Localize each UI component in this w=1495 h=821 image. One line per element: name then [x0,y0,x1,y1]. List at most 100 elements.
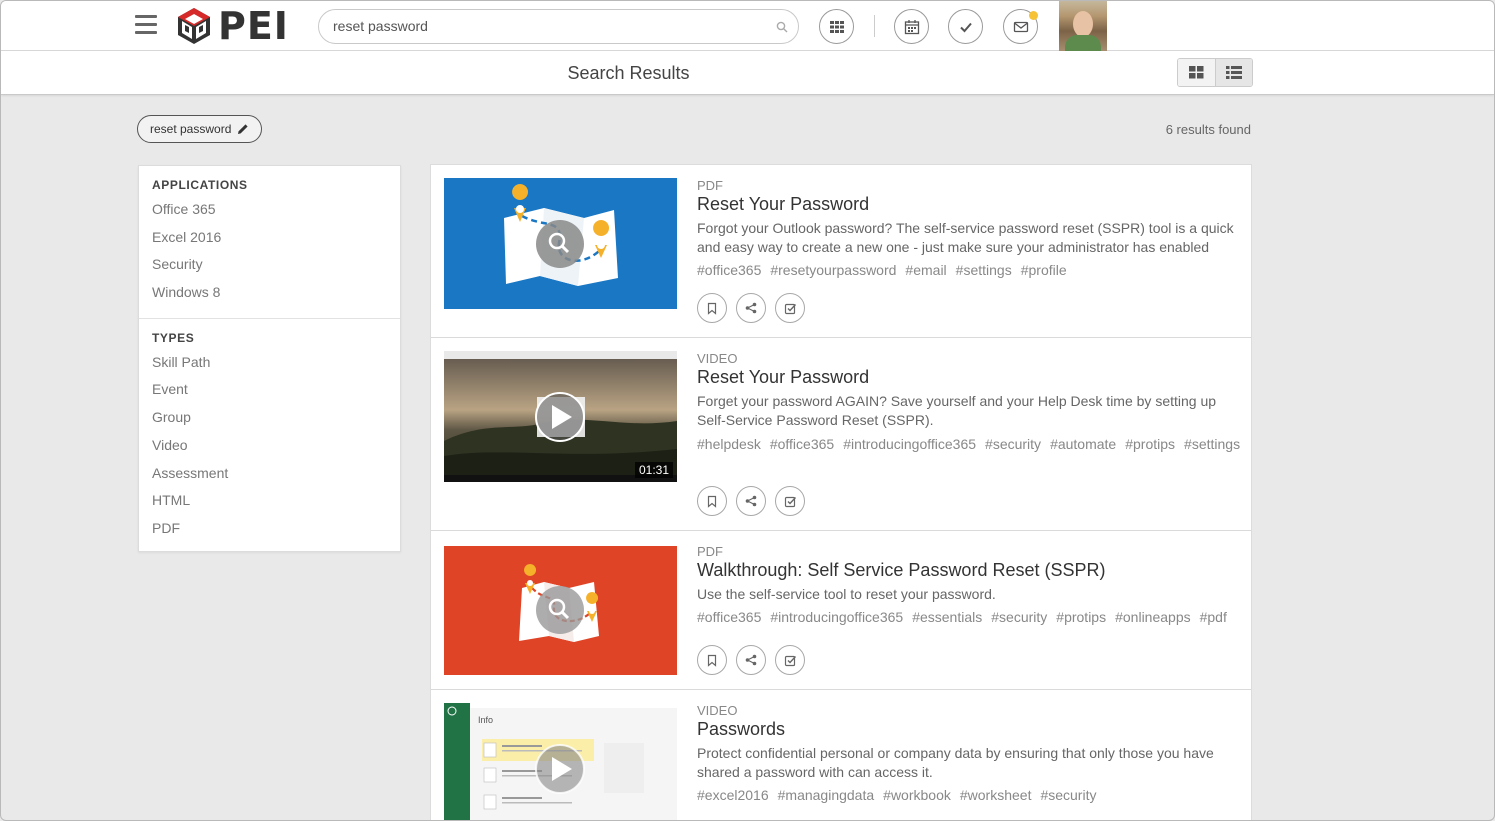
result-thumbnail[interactable] [444,178,677,309]
user-avatar[interactable] [1059,1,1107,51]
result-type: VIDEO [697,703,738,718]
result-actions [697,645,805,675]
tag[interactable]: #introducingoffice365 [770,609,903,625]
chip-label: reset password [150,122,232,136]
sidebar-item-pdf[interactable]: PDF [152,518,387,546]
checkbox-icon [784,655,796,666]
list-view-button[interactable] [1215,59,1252,86]
result-thumbnail[interactable]: 01:31 [444,351,677,482]
calendar-button[interactable] [894,9,929,44]
bookmark-icon [707,495,717,508]
assign-button[interactable] [775,486,805,516]
share-button[interactable] [736,486,766,516]
result-description: Forget your password AGAIN? Save yoursel… [697,393,1217,428]
tag[interactable]: #office365 [697,262,761,278]
sidebar-item-group[interactable]: Group [152,407,387,435]
map-thumbnail-icon [444,546,677,675]
result-title[interactable]: Walkthrough: Self Service Password Reset… [697,560,1105,581]
notification-dot [1029,11,1038,20]
tag[interactable]: #security [1040,787,1096,803]
checkbox-icon [784,303,796,314]
sidebar-item-video[interactable]: Video [152,435,387,463]
tag[interactable]: #settings [956,262,1012,278]
grid-view-icon [1189,66,1204,79]
result-thumbnail[interactable] [444,546,677,675]
result-title[interactable]: Reset Your Password [697,194,869,215]
tasks-button[interactable] [948,9,983,44]
sidebar-item-windows-8[interactable]: Windows 8 [152,282,387,310]
assign-button[interactable] [775,645,805,675]
search-input[interactable] [333,18,753,34]
filter-sidebar: APPLICATIONS Office 365 Excel 2016 Secur… [138,165,401,552]
grid-view-button[interactable] [1178,59,1215,86]
search-icon[interactable] [776,21,788,33]
result-item: 01:31 VIDEO Reset Your Password Forget y… [431,338,1251,531]
result-thumbnail[interactable]: Info [444,703,677,820]
sidebar-item-excel-2016[interactable]: Excel 2016 [152,227,387,255]
tag[interactable]: #essentials [912,609,982,625]
result-type: PDF [697,178,723,193]
results-list: PDF Reset Your Password Forgot your Outl… [430,164,1252,820]
tag[interactable]: #security [985,436,1041,452]
tag[interactable]: #worksheet [960,787,1032,803]
result-tags: #office365 #introducingoffice365 #essentia… [697,608,1242,627]
types-section: TYPES Skill Path Event Group Video Asses… [139,317,400,554]
tag[interactable]: #security [991,609,1047,625]
sidebar-item-html[interactable]: HTML [152,490,387,518]
tag[interactable]: #office365 [770,436,834,452]
subheader: Search Results [1,51,1494,95]
share-icon [745,302,757,314]
tag[interactable]: #protips [1125,436,1175,452]
result-item: PDF Walkthrough: Self Service Password R… [431,531,1251,690]
page-title: Search Results [567,63,690,83]
checkbox-icon [784,496,796,507]
result-tags: #office365 #resetyourpassword #email #setti… [697,261,1242,280]
tag[interactable]: #automate [1050,436,1116,452]
result-tags: #helpdesk #office365 #introducingoffice365… [697,435,1242,454]
logo-text: PEI [218,4,289,48]
menu-icon[interactable] [135,15,157,35]
result-title[interactable]: Passwords [697,719,785,740]
tag[interactable]: #workbook [883,787,951,803]
tag[interactable]: #settings [1184,436,1240,452]
sidebar-item-office-365[interactable]: Office 365 [152,199,387,227]
pencil-icon[interactable] [237,123,249,135]
tag[interactable]: #office365 [697,609,761,625]
app-window: PEI reset password Search Results reset … [0,0,1495,821]
result-title[interactable]: Reset Your Password [697,367,869,388]
search-term-chip[interactable]: reset password [137,115,263,143]
assign-button[interactable] [775,293,805,323]
tag[interactable]: #protips [1056,609,1106,625]
search-box[interactable] [318,9,799,44]
bookmark-button[interactable] [697,486,727,516]
bookmark-button[interactable] [697,293,727,323]
tag[interactable]: #profile [1021,262,1067,278]
share-icon [745,495,757,507]
tag[interactable]: #resetyourpassword [770,262,896,278]
pei-logo[interactable]: PEI [174,5,289,47]
applications-heading: APPLICATIONS [152,178,248,192]
apps-grid-button[interactable] [819,9,854,44]
sidebar-item-skill-path[interactable]: Skill Path [152,352,387,380]
types-heading: TYPES [152,330,195,345]
tag[interactable]: #email [905,262,946,278]
share-button[interactable] [736,293,766,323]
bookmark-button[interactable] [697,645,727,675]
pei-logo-mark-icon [178,8,210,44]
sidebar-item-security[interactable]: Security [152,254,387,282]
sidebar-item-assessment[interactable]: Assessment [152,463,387,491]
envelope-icon [1013,21,1028,32]
result-description: Use the self-service tool to reset your … [697,586,996,602]
top-navigation-bar: PEI [1,1,1494,51]
tag[interactable]: #managingdata [778,787,875,803]
tag[interactable]: #pdf [1200,609,1227,625]
nav-divider [874,15,875,37]
list-view-icon [1226,66,1242,79]
result-type: PDF [697,544,723,559]
tag[interactable]: #helpdesk [697,436,761,452]
tag[interactable]: #onlineapps [1115,609,1191,625]
share-button[interactable] [736,645,766,675]
tag[interactable]: #introducingoffice365 [843,436,976,452]
sidebar-item-event[interactable]: Event [152,379,387,407]
tag[interactable]: #excel2016 [697,787,769,803]
